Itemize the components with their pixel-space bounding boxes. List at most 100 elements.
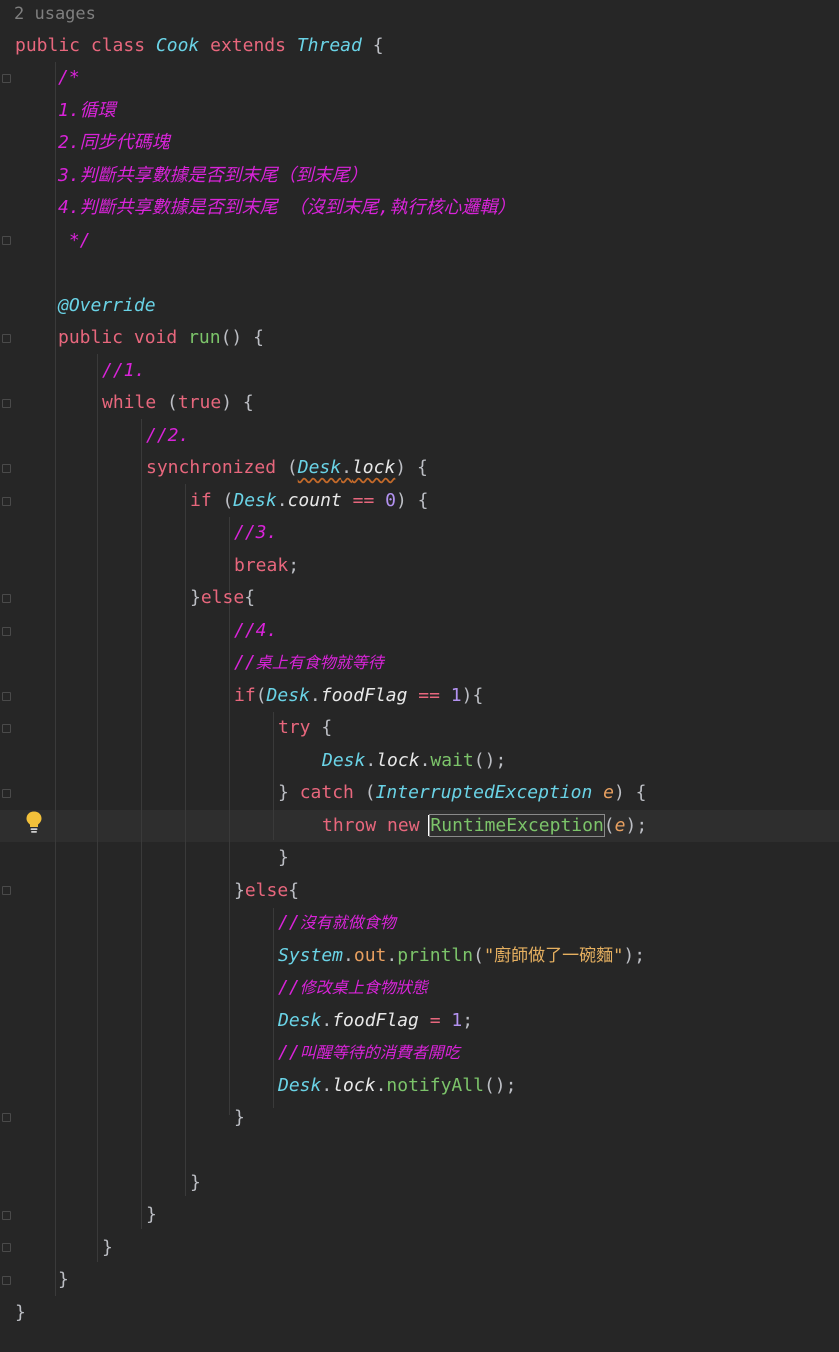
comment-line: //桌上有食物就等待 (234, 647, 384, 679)
keyword: try (278, 717, 311, 738)
code-line[interactable]: public class Cook extends Thread { (15, 30, 384, 62)
selected-identifier[interactable]: RuntimeException (428, 814, 605, 837)
punctuation: . (321, 1010, 333, 1031)
code-line[interactable]: } catch (InterruptedException e) { (278, 777, 647, 809)
fold-marker-icon[interactable] (2, 789, 11, 798)
code-line[interactable]: Desk.lock.notifyAll(); (278, 1070, 516, 1102)
class-name: Desk (233, 490, 277, 511)
code-editor[interactable]: 2 usages public class Cook extends Threa… (0, 0, 839, 1352)
brace: { (244, 587, 256, 608)
field-name: out (353, 945, 387, 966)
fold-marker-icon[interactable] (2, 1113, 11, 1122)
comment-line: 4.判斷共享數據是否到末尾 （沒到末尾,執行核心邏輯） (58, 197, 516, 218)
code-line[interactable]: if(Desk.foodFlag == 1){ (234, 680, 483, 712)
fold-marker-icon[interactable] (2, 886, 11, 895)
fold-marker-icon[interactable] (2, 724, 11, 733)
class-name: System (278, 945, 344, 966)
brace: } (15, 1302, 26, 1323)
fold-marker-icon[interactable] (2, 497, 11, 506)
comment-text: 桌上有食物就等待 (255, 653, 384, 672)
parameter-name: e (614, 815, 626, 836)
usages-hint[interactable]: 2 usages (14, 0, 96, 28)
brace: } (234, 1107, 245, 1128)
code-line[interactable]: public void run() { (58, 322, 264, 354)
brace: { (288, 880, 300, 901)
keyword: class (90, 35, 146, 56)
number-literal: 0 (385, 490, 396, 511)
punctuation: ; (288, 555, 300, 576)
punctuation: . (343, 945, 354, 966)
field-name: lock (351, 457, 396, 478)
code-line[interactable]: if (Desk.count == 0) { (190, 485, 428, 517)
annotation[interactable]: @Override (58, 290, 156, 322)
fold-marker-icon[interactable] (2, 692, 11, 701)
comment-line: 2.同步代碼塊 (58, 132, 170, 153)
fold-marker-icon[interactable] (2, 1211, 11, 1220)
punctuation: . (365, 750, 377, 771)
field-name: foodFlag (332, 1010, 419, 1031)
comment-marker: // (234, 652, 256, 673)
code-line[interactable]: }else{ (190, 582, 255, 614)
field-name: lock (332, 1075, 376, 1096)
keyword: break (234, 555, 289, 576)
keyword: catch (299, 782, 354, 803)
keyword: public (15, 35, 81, 56)
punctuation: . (386, 945, 398, 966)
fold-marker-icon[interactable] (2, 464, 11, 473)
code-line[interactable]: Desk.foodFlag = 1; (278, 1005, 473, 1037)
comment-marker: // (278, 977, 300, 998)
comment-line: /* (58, 67, 80, 88)
fold-marker-icon[interactable] (2, 1276, 11, 1285)
comment-marker: // (278, 1042, 300, 1063)
code-line[interactable]: Desk.lock.wait(); (322, 745, 506, 777)
comment-text: 沒有就做食物 (299, 913, 396, 932)
indent-guide (141, 419, 142, 1229)
comment-line: //2. (146, 425, 190, 446)
comment-text: 叫醒等待的消費者開吃 (299, 1043, 460, 1062)
number-literal: 1 (451, 1010, 463, 1031)
fold-marker-icon[interactable] (2, 74, 11, 83)
code-line[interactable]: }else{ (234, 875, 299, 907)
code-line[interactable]: while (true) { (102, 387, 254, 419)
punctuation: (); (483, 1075, 517, 1096)
operator: = (418, 1010, 452, 1031)
punctuation: ){ (461, 685, 484, 706)
punctuation: ) { (395, 457, 428, 478)
brace: } (58, 1269, 69, 1290)
lightbulb-icon[interactable] (24, 810, 44, 834)
fold-marker-icon[interactable] (2, 1243, 11, 1252)
brace: } (190, 1172, 201, 1193)
code-line[interactable]: try { (278, 712, 332, 744)
fold-marker-icon[interactable] (2, 594, 11, 603)
fold-marker-icon[interactable] (2, 399, 11, 408)
punctuation: . (321, 1075, 333, 1096)
punctuation: ); (625, 815, 648, 836)
punctuation: (); (473, 750, 507, 771)
keyword: if (234, 685, 256, 706)
punctuation: { (310, 717, 333, 738)
code-line[interactable]: synchronized (Desk.lock) { (146, 452, 428, 484)
code-line[interactable]: System.out.println("廚師做了一碗麵"); (278, 940, 645, 972)
keyword: while (102, 392, 157, 413)
code-line-current[interactable]: throw new RuntimeException(e); (322, 810, 647, 842)
punctuation: ) { (221, 392, 254, 413)
code-line[interactable]: break; (234, 550, 299, 582)
comment-line: //沒有就做食物 (278, 907, 396, 939)
punctuation: . (276, 490, 288, 511)
class-name: Desk (297, 457, 342, 478)
operator: == (407, 685, 451, 706)
brace: } (146, 1204, 157, 1225)
fold-marker-icon[interactable] (2, 627, 11, 636)
fold-marker-icon[interactable] (2, 334, 11, 343)
keyword: true (177, 392, 222, 413)
comment-line: 1.循環 (58, 100, 116, 121)
fold-marker-icon[interactable] (2, 236, 11, 245)
string-literal: "廚師做了一碗麵" (483, 946, 624, 966)
comment-text: 修改桌上食物狀態 (299, 978, 428, 997)
punctuation: . (309, 685, 321, 706)
punctuation: . (419, 750, 431, 771)
brace: { (372, 35, 384, 56)
brace: } (234, 880, 245, 901)
comment-marker: // (278, 912, 300, 933)
keyword: extends (210, 35, 286, 56)
